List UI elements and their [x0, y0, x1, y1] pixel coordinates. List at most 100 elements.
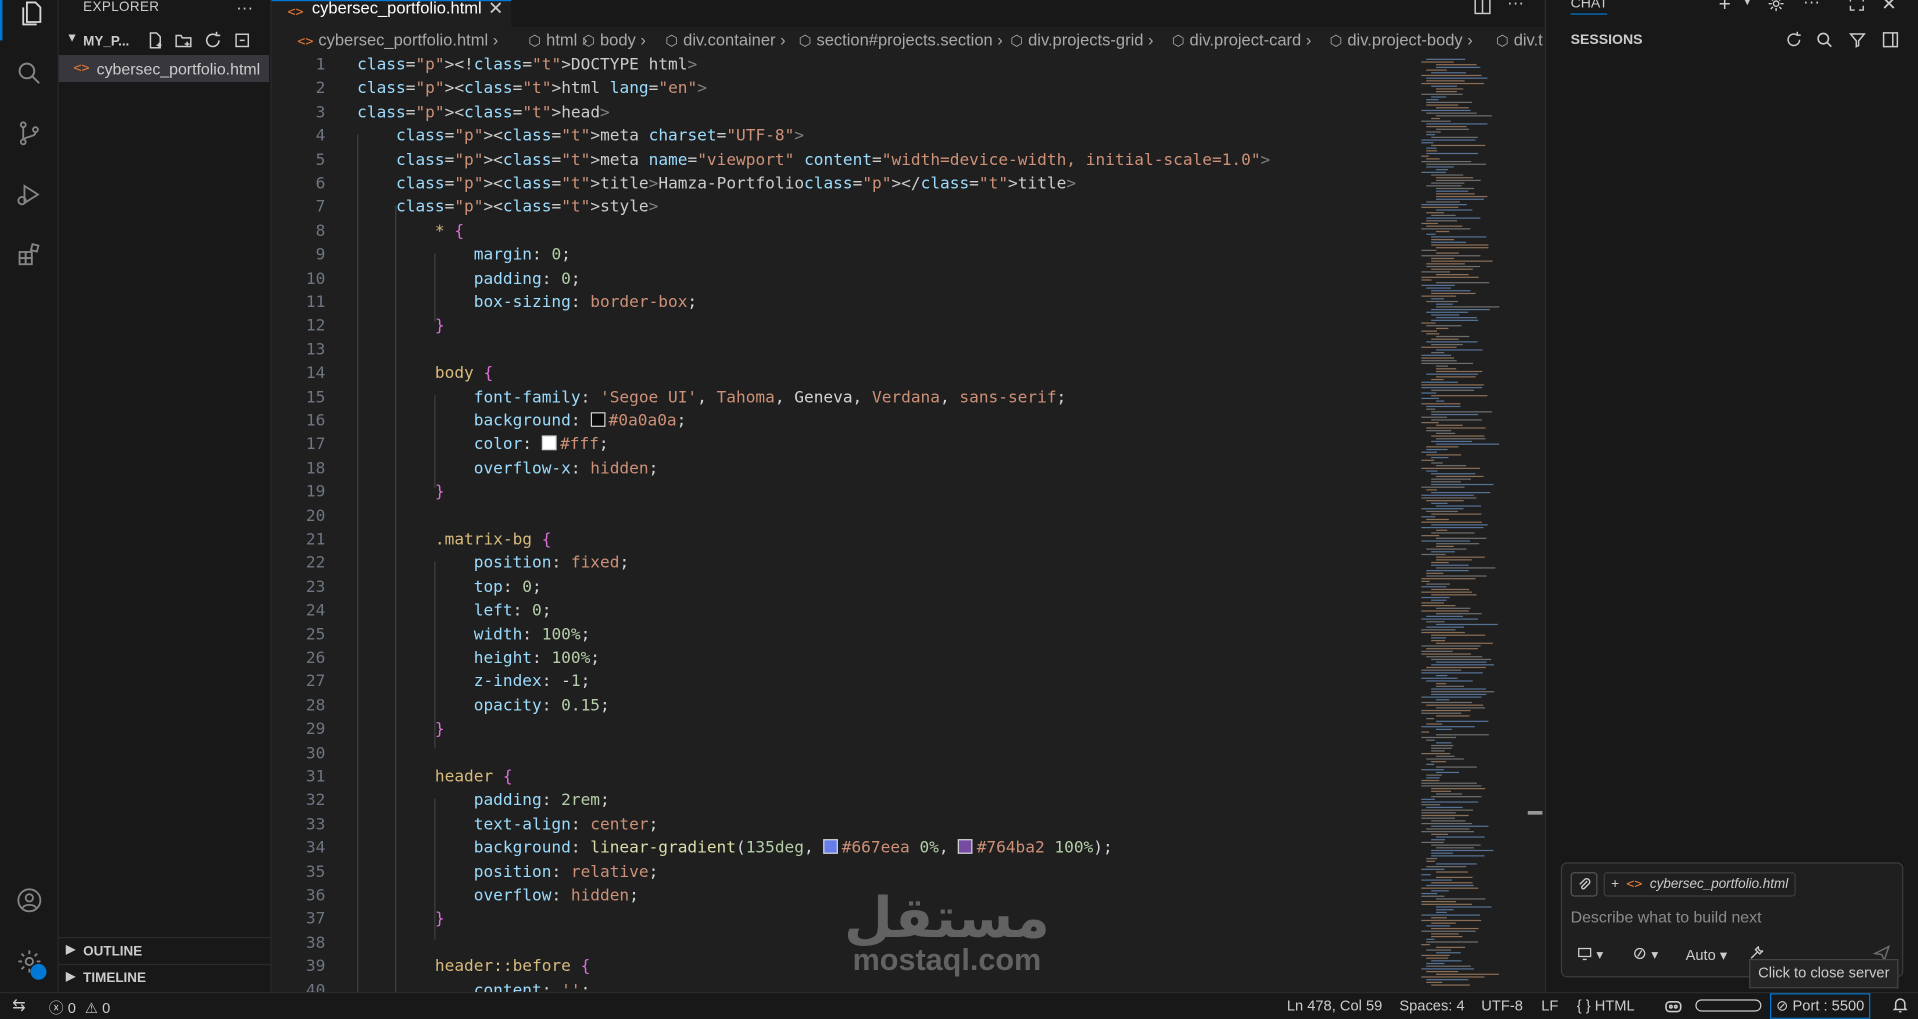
search-sessions-icon[interactable] [1815, 31, 1833, 55]
code-line[interactable]: class="p"><class="t">meta charset="UTF-8… [357, 127, 804, 145]
code-line[interactable]: position: fixed; [357, 555, 629, 573]
code-line[interactable]: class="p"><class="t">style> [357, 199, 658, 217]
filter-icon[interactable] [1848, 31, 1866, 55]
timeline-panel-header[interactable]: ▶ TIMELINE [58, 963, 271, 991]
chat-target-picker[interactable]: ▾ [1577, 946, 1603, 963]
source-control-icon[interactable] [0, 106, 57, 160]
code-line[interactable]: padding: 2rem; [357, 792, 610, 810]
files-icon[interactable] [0, 0, 60, 41]
code-line[interactable]: left: 0; [357, 602, 552, 620]
settings-gear-icon[interactable] [0, 935, 57, 989]
breadcrumb-item[interactable]: ⬡ section#projects.section › [799, 31, 1003, 49]
code-line[interactable]: class="p"><class="t">meta name="viewport… [357, 151, 1270, 169]
code-line[interactable]: position: relative; [357, 863, 659, 881]
remote-icon[interactable]: ⇆ [12, 996, 25, 1016]
close-icon[interactable]: ✕ [488, 0, 503, 20]
code-line[interactable]: opacity: 0.15; [357, 697, 610, 715]
indentation[interactable]: Spaces: 4 [1399, 997, 1464, 1014]
code-line[interactable]: width: 100%; [357, 626, 591, 644]
symbol-icon: ⬡ [665, 31, 679, 49]
code-line[interactable]: content: ''; [357, 982, 591, 992]
code-line[interactable]: overflow: hidden; [357, 887, 639, 905]
encoding[interactable]: UTF-8 [1481, 997, 1523, 1014]
code-line[interactable]: } [357, 911, 445, 929]
code-line[interactable]: class="p"><class="t">title>Hamza-Portfol… [357, 175, 1076, 193]
file-item-cybersec-portfolio[interactable]: <> cybersec_portfolio.html [58, 55, 270, 82]
outline-panel-header[interactable]: ▶ OUTLINE [58, 936, 271, 964]
extensions-icon[interactable] [0, 228, 57, 282]
code-line[interactable]: padding: 0; [357, 270, 581, 288]
account-icon[interactable] [0, 873, 57, 927]
code-line[interactable]: box-sizing: border-box; [357, 294, 697, 312]
collapse-all-icon[interactable] [232, 31, 252, 54]
chat-tab-title[interactable]: CHAT [1570, 0, 1608, 15]
new-chat-icon[interactable]: + [1719, 0, 1731, 17]
line-number: 22 [305, 554, 326, 573]
code-line[interactable]: class="p"><!class="t">DOCTYPE html> [357, 56, 697, 74]
line-number: 11 [305, 293, 326, 312]
code-line[interactable]: height: 100%; [357, 650, 600, 668]
new-file-icon[interactable] [146, 31, 166, 54]
new-folder-icon[interactable] [174, 31, 194, 54]
cursor-position[interactable]: Ln 478, Col 59 [1287, 997, 1382, 1014]
code-line[interactable]: overflow-x: hidden; [357, 460, 659, 478]
scrollbar-thumb[interactable] [1527, 810, 1543, 815]
breadcrumb-item[interactable]: ⬡ div.project-body › [1330, 31, 1473, 49]
breadcrumb-item[interactable]: <> cybersec_portfolio.html › [297, 31, 498, 49]
symbol-icon: ⬡ [798, 31, 812, 49]
code-line[interactable]: header::before { [357, 958, 590, 976]
workspace-folder[interactable]: ▼ MY_P... [59, 29, 271, 53]
chevron-down-icon[interactable]: ▼ [1742, 0, 1753, 7]
agent-mode-picker[interactable]: ▾ [1632, 946, 1658, 963]
more-actions-icon[interactable]: ··· [236, 0, 253, 17]
code-line[interactable]: body { [357, 365, 493, 383]
code-line[interactable]: class="p"><class="t">head> [357, 104, 610, 122]
code-line[interactable]: font-family: 'Segoe UI', Tahoma, Geneva,… [357, 388, 1067, 406]
code-editor[interactable]: 1 class="p"><!class="t">DOCTYPE html> 2 cla… [272, 56, 1407, 992]
code-line[interactable]: margin: 0; [357, 246, 571, 264]
code-line[interactable]: } [357, 721, 445, 739]
end-of-line[interactable]: LF [1541, 997, 1558, 1014]
chat-more-actions-icon[interactable]: ··· [1803, 0, 1820, 11]
split-editor-icon[interactable] [1473, 0, 1493, 22]
context-attachment-chip[interactable]: + <> cybersec_portfolio.html [1603, 872, 1796, 897]
code-line[interactable]: color: #fff; [357, 435, 609, 454]
breadcrumb-item[interactable]: ⬡ html › [528, 31, 587, 49]
add-context-icon[interactable]: + [1611, 877, 1619, 892]
editor-more-actions-icon[interactable]: ··· [1507, 0, 1524, 12]
breadcrumb-item[interactable]: ⬡ div.container › [665, 31, 785, 49]
chat-prompt-input[interactable]: Describe what to build next [1571, 908, 1762, 926]
breadcrumb-item[interactable]: ⬡ body › [582, 31, 646, 49]
code-line[interactable]: header { [357, 768, 513, 786]
maximize-icon[interactable] [1848, 0, 1865, 18]
code-line[interactable]: background: linear-gradient(135deg, #667… [357, 839, 1113, 858]
minimap[interactable] [1406, 56, 1544, 993]
code-line[interactable]: top: 0; [357, 578, 542, 596]
breadcrumb-item[interactable]: ⬡ div.t [1496, 31, 1543, 49]
tab-cybersec-portfolio[interactable]: <> cybersec_portfolio.html ✕ [271, 0, 512, 29]
live-server-port-button[interactable]: ⊘ Port : 5500 [1769, 993, 1871, 1019]
code-line[interactable]: .matrix-bg { [357, 531, 552, 549]
code-line[interactable]: class="p"><class="t">html lang="en"> [357, 80, 707, 98]
search-icon[interactable] [0, 46, 57, 100]
notifications-bell-icon[interactable] [1891, 996, 1909, 1018]
breadcrumb-item[interactable]: ⬡ div.project-card › [1172, 31, 1311, 49]
copilot-icon[interactable] [1664, 996, 1684, 1019]
breadcrumb-item[interactable]: ⬡ div.projects-grid › [1010, 31, 1153, 49]
refresh-icon[interactable] [203, 31, 223, 54]
run-debug-icon[interactable] [0, 168, 57, 222]
close-chat-icon[interactable]: ✕ [1881, 0, 1896, 15]
language-mode[interactable]: { } HTML [1577, 997, 1635, 1014]
toggle-sidebar-icon[interactable] [1881, 31, 1899, 55]
refresh-sessions-icon[interactable] [1785, 31, 1803, 55]
problems-indicator[interactable]: ⓧ 0 ⚠ 0 [49, 997, 110, 1018]
code-line[interactable]: } [357, 483, 445, 501]
code-line[interactable]: } [357, 317, 445, 335]
code-line[interactable]: text-align: center; [357, 816, 659, 834]
code-line[interactable]: background: #0a0a0a; [357, 412, 686, 431]
attach-icon[interactable] [1570, 872, 1598, 897]
code-line[interactable]: * { [357, 222, 464, 240]
model-picker[interactable]: Auto ▾ [1686, 947, 1728, 964]
code-line[interactable]: z-index: -1; [357, 673, 591, 691]
chat-settings-gear-icon[interactable] [1768, 0, 1785, 18]
